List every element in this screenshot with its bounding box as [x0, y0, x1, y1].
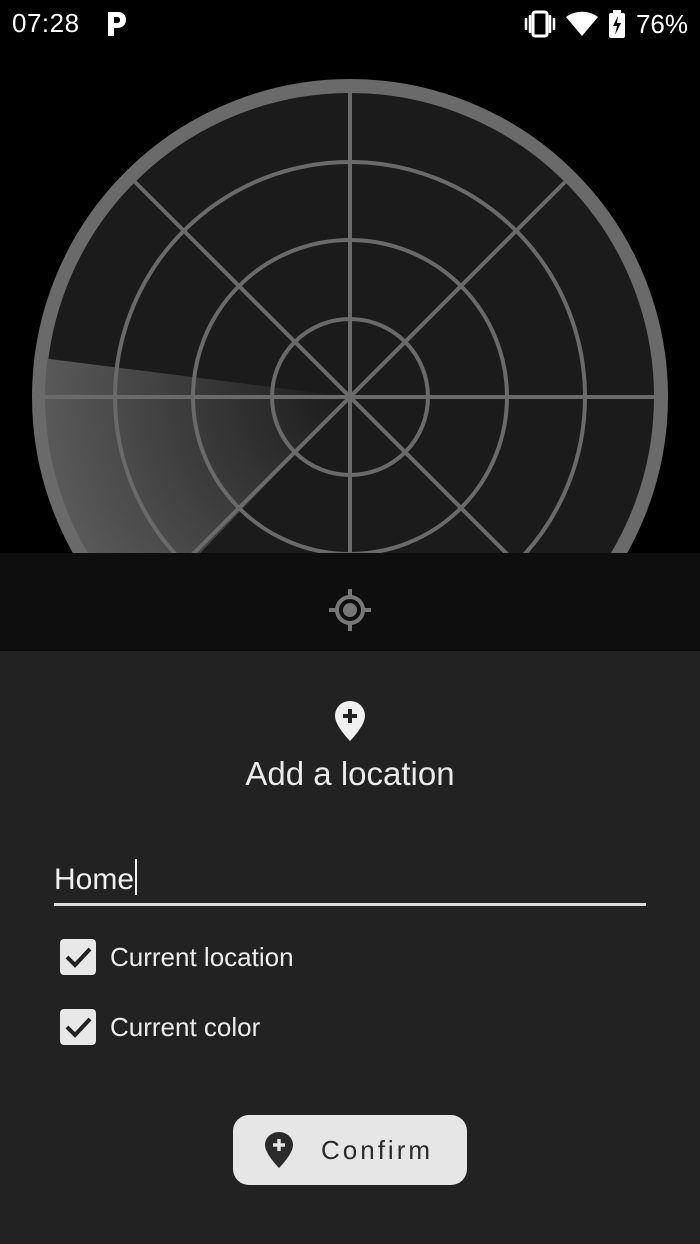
location-name-input[interactable]: Home: [54, 851, 646, 906]
sheet-title: Add a location: [245, 755, 455, 792]
current-color-label: Current color: [110, 1011, 261, 1042]
current-color-checkbox-row[interactable]: Current color: [60, 1007, 260, 1047]
wifi-icon: [565, 11, 598, 36]
text-caret: [135, 859, 138, 895]
current-location-checkbox[interactable]: [60, 939, 96, 975]
status-time: 07:28: [12, 8, 80, 38]
location-name-value: Home: [54, 863, 135, 896]
current-color-checkbox[interactable]: [60, 1009, 96, 1045]
add-location-sheet: Add a location Home Current location Cur…: [0, 651, 700, 1244]
status-bar: 07:28 76%: [0, 0, 700, 48]
gps-target-icon[interactable]: [327, 587, 373, 633]
checkmark-icon: [65, 1017, 92, 1038]
battery-charging-icon: [608, 10, 625, 38]
current-location-checkbox-row[interactable]: Current location: [60, 937, 294, 977]
add-pin-icon: [265, 1132, 293, 1168]
parking-app-icon: [108, 12, 126, 36]
checkmark-icon: [65, 947, 92, 968]
vibrate-icon: [524, 10, 556, 38]
current-location-label: Current location: [110, 941, 294, 972]
radar-graphic: [32, 79, 668, 554]
status-icons: 76%: [524, 8, 688, 40]
confirm-button[interactable]: Confirm: [233, 1115, 467, 1185]
radar-view: [0, 48, 700, 554]
confirm-label: Confirm: [321, 1134, 434, 1165]
add-location-pin-icon: [335, 701, 365, 741]
battery-percent: 76%: [635, 8, 688, 39]
coordinates-panel: [0, 553, 700, 651]
